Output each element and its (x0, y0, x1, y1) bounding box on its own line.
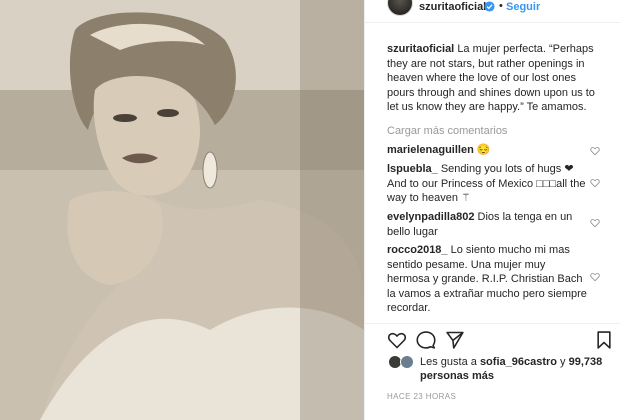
comment-like-heart-icon[interactable] (590, 272, 600, 282)
comment-item: lspuebla_ Sending you lots of hugs ❤ And… (387, 162, 587, 206)
verified-badge-icon (484, 1, 495, 12)
action-bar (365, 323, 620, 353)
comment-username[interactable]: lspuebla_ (387, 163, 438, 175)
load-more-comments-link[interactable]: Cargar más comentarios (387, 125, 507, 137)
likes-prefix: Les gusta a (420, 356, 477, 368)
comment-item: marielenaguillen 😔 (387, 143, 587, 158)
likes-middle: y (560, 356, 566, 368)
post-header: szuritaoficial • Seguir (365, 0, 620, 22)
likes-user-link[interactable]: sofia_96castro (480, 356, 557, 368)
caption: szuritaoficial La mujer perfecta. “Perha… (387, 42, 603, 115)
comment-like-heart-icon[interactable] (590, 146, 600, 156)
comment-like-heart-icon[interactable] (590, 178, 600, 188)
comment-bubble-icon[interactable] (416, 330, 436, 350)
avatar[interactable] (387, 0, 413, 16)
comment-item: evelynpadilla802 Dios la tenga en un bel… (387, 210, 587, 239)
bookmark-icon[interactable] (594, 330, 614, 350)
header-divider (365, 22, 620, 23)
header-username[interactable]: szuritaoficial (419, 1, 486, 13)
caption-block: szuritaoficial La mujer perfecta. “Perha… (387, 42, 603, 115)
comment-item: rocco2018_ Lo siento mucho mi mas sentid… (387, 243, 587, 316)
comment-username[interactable]: evelynpadilla802 (387, 211, 474, 223)
post-detail-panel: szuritaoficial • Seguir szuritaoficial L… (365, 0, 620, 420)
caption-username[interactable]: szuritaoficial (387, 43, 454, 55)
comment-text: 😔 (476, 144, 491, 156)
comment-username[interactable]: marielenaguillen (387, 144, 474, 156)
comment-like-heart-icon[interactable] (590, 218, 600, 228)
portrait-image (0, 0, 364, 420)
follow-button[interactable]: Seguir (506, 1, 540, 13)
comment-username[interactable]: rocco2018_ (387, 244, 448, 256)
separator-dot: • (499, 0, 503, 12)
heart-icon[interactable] (387, 330, 407, 350)
liker-avatars[interactable] (387, 355, 417, 369)
share-icon[interactable] (445, 330, 465, 350)
post-photo[interactable] (0, 0, 364, 420)
post-timestamp[interactable]: HACE 23 HORAS (387, 392, 456, 401)
likes-text: Les gusta a sofia_96castro y 99,738 pers… (420, 355, 610, 383)
